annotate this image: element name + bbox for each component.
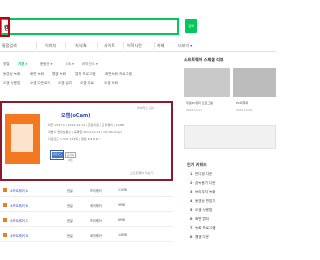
list-item[interactable]: 소프트웨어 D 한글 셰어웨어 14MB <box>0 228 173 242</box>
list-item-license: 셰어웨어 <box>90 204 102 208</box>
tab-divider <box>65 42 66 49</box>
list-item-size: 14MB <box>118 233 127 237</box>
list-item-name[interactable]: 소프트웨어 B <box>10 203 28 208</box>
keyword-item[interactable]: 2 곰녹음기 다운 <box>190 181 215 186</box>
list-item-lang: 한글 <box>67 189 73 193</box>
official-site-button[interactable]: 공식사이트 <box>65 152 76 162</box>
list-item-size: 9MB <box>118 203 125 207</box>
review-date-2: 2019.10.08 <box>236 108 253 112</box>
query-highlight-frame <box>0 17 10 37</box>
keyword-label: 반디캠 다운 <box>195 172 213 176</box>
related-keyword[interactable]: 웹캠 녹화 <box>52 72 66 77</box>
thumbnail-inner <box>11 124 33 152</box>
related-keyword[interactable]: 오캠 녹화 <box>104 81 118 86</box>
list-bullet <box>3 188 7 192</box>
list-item-size: 6MB <box>118 218 125 222</box>
list-item-license: 프리웨어 <box>90 189 102 193</box>
ad-banner[interactable] <box>184 125 276 149</box>
sort-filter-row: 정렬 기본 ▾ 용량순 ▾ OS ▾ 라이선스 ▾ <box>0 60 175 69</box>
list-item-name[interactable]: 소프트웨어 A <box>10 188 28 193</box>
sort-size[interactable]: 용량순 ▾ <box>40 62 53 67</box>
related-keyword[interactable]: 화면 녹화 <box>30 72 44 77</box>
list-bullet <box>3 218 7 222</box>
tab-divider <box>97 42 98 49</box>
sort-default[interactable]: 기본 ▾ <box>18 62 27 67</box>
filter-os[interactable]: OS ▾ <box>66 62 74 66</box>
keyword-item[interactable]: 6 화면 캡처 <box>190 217 209 222</box>
keyword-label: 곰녹음기 다운 <box>195 181 216 185</box>
related-keyword[interactable]: 오캠 다운로드 <box>30 81 50 86</box>
software-thumbnail[interactable] <box>5 114 40 164</box>
tab-dictionary[interactable]: 어학사전 <box>127 43 142 49</box>
keyword-label: 웹캠 다운 <box>195 235 209 239</box>
software-meta-3: 다운로드 1,307,123회 | 평점 ★★★★☆ <box>48 137 101 141</box>
review-date-1: 2019.10.11 <box>186 108 203 112</box>
list-item-license: 셰어웨어 <box>90 234 102 238</box>
search-area: 캠 검색 <box>0 0 276 38</box>
related-keyword[interactable]: 캡처 프로그램 <box>75 72 95 77</box>
keywords-title: 인기 키워드 <box>187 162 207 167</box>
search-button[interactable]: 검색 <box>185 19 197 33</box>
tab-site[interactable]: 사이트 <box>104 43 115 49</box>
review-caption-2[interactable]: PC최적화 <box>236 101 248 105</box>
download-button[interactable]: 다운로드 <box>52 152 63 158</box>
tab-cafe[interactable]: 카페 <box>157 43 164 49</box>
list-item-license: 프리웨어 <box>90 219 102 223</box>
keyword-item[interactable]: 1 반디캠 다운 <box>190 172 212 177</box>
related-row-2: 오캠 사용법 오캠 다운로드 오캠 설치 오캠 무료 오캠 녹화 <box>0 79 175 88</box>
tab-divider <box>123 42 124 49</box>
keyword-item[interactable]: 7 녹화 프로그램 <box>190 226 215 231</box>
list-item-lang: 한글 <box>67 234 73 238</box>
keyword-label: 화면 캡처 <box>195 217 209 221</box>
keyword-label: 브라우저 녹화 <box>195 190 216 194</box>
software-result-card: 바이러스 검사 오캠(oCam) 버전 v537.0 | 2019.10.14 … <box>0 101 173 181</box>
list-item-lang: 한글 <box>67 219 73 223</box>
tab-more[interactable]: 더보기 ▾ <box>178 43 192 49</box>
more-software-link[interactable]: 소프트웨어 더보기 › <box>130 171 155 175</box>
software-meta-1: 버전 v537.0 | 2019.10.14 | 한글지원 | 프리웨어 | 1… <box>48 123 125 127</box>
keyword-item[interactable]: 8 웹캠 다운 <box>190 235 209 240</box>
tab-divider <box>154 42 155 49</box>
keyword-item[interactable]: 5 오캠 사용법 <box>190 208 212 213</box>
list-item-lang: 한글 <box>67 204 73 208</box>
tab-all[interactable]: 통합검색 <box>2 43 17 49</box>
review-thumbnail-2[interactable] <box>233 68 276 97</box>
filter-license[interactable]: 라이선스 ▾ <box>82 62 98 67</box>
list-item-size: 11MB <box>118 188 127 192</box>
list-item[interactable]: 소프트웨어 B 한글 셰어웨어 9MB <box>0 198 173 212</box>
list-item-name[interactable]: 소프트웨어 D <box>10 233 28 238</box>
software-meta-2: 개발사 명정보통신 | 등록일 2019.10.14 | OS Windows <box>48 130 122 134</box>
keyword-label: 동영상 편집기 <box>195 199 216 203</box>
keyword-label: 오캠 사용법 <box>195 208 213 212</box>
related-keyword[interactable]: 오캠 사용법 <box>3 81 20 86</box>
keyword-label: 녹화 프로그램 <box>195 226 216 230</box>
list-bullet <box>3 233 7 237</box>
related-keyword[interactable]: 화면녹화 프로그램 <box>105 72 132 77</box>
list-item[interactable]: 소프트웨어 C 한글 프리웨어 6MB <box>0 213 173 227</box>
list-item[interactable]: 소프트웨어 A 한글 프리웨어 11MB <box>0 183 173 197</box>
virus-check-link[interactable]: 바이러스 검사 <box>137 106 155 110</box>
list-bullet <box>3 203 7 207</box>
software-title[interactable]: 오캠(oCam) <box>61 112 90 119</box>
tab-divider <box>36 42 37 49</box>
tab-kin[interactable]: 지식iN <box>75 43 86 49</box>
list-item-name[interactable]: 소프트웨어 C <box>10 218 28 223</box>
keyword-item[interactable]: 3 브라우저 녹화 <box>190 190 215 195</box>
related-keyword[interactable]: 동영상 녹화 <box>3 72 20 77</box>
related-keyword[interactable]: 오캠 설치 <box>58 81 72 86</box>
tab-images[interactable]: 이미지 <box>45 43 56 49</box>
related-row-1: 동영상 녹화 화면 녹화 웹캠 녹화 캡처 프로그램 화면녹화 프로그램 <box>0 70 175 79</box>
side-section-title: 소프트웨어 스페셜 리뷰 <box>184 57 224 62</box>
review-thumbnail-1[interactable] <box>184 68 230 97</box>
search-input[interactable]: 캠 <box>0 18 179 35</box>
keyword-item[interactable]: 4 동영상 편집기 <box>190 199 215 204</box>
related-keyword[interactable]: 오캠 무료 <box>80 81 94 86</box>
search-tabs: 통합검색 이미지 지식iN 사이트 어학사전 카페 더보기 ▾ <box>0 40 276 52</box>
filter-label: 정렬 <box>3 62 10 66</box>
review-caption-1[interactable]: 무료PC정리 프로그램 <box>186 101 213 105</box>
